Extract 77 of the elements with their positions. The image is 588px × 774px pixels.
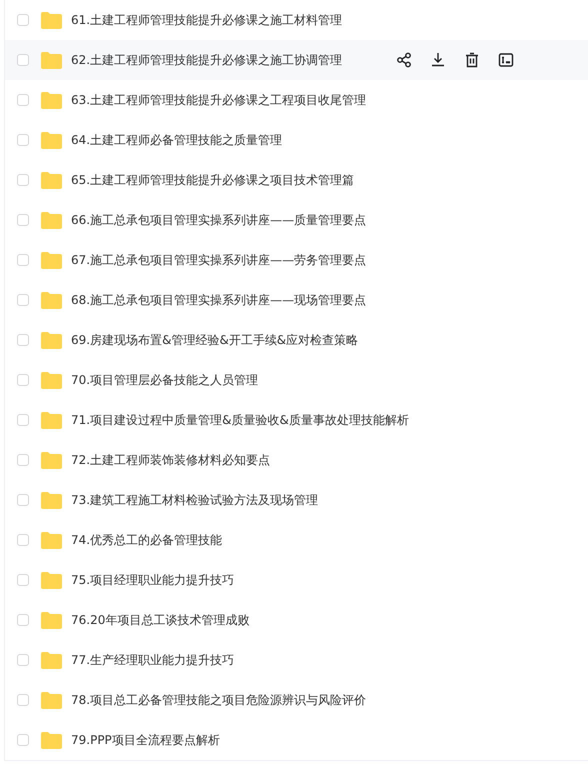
file-name[interactable]: 72.土建工程师装饰装修材料必知要点 <box>71 452 391 468</box>
file-row[interactable]: 64.土建工程师必备管理技能之质量管理 <box>5 120 588 160</box>
file-row[interactable]: 73.建筑工程施工材料检验试验方法及现场管理 <box>5 480 588 520</box>
file-row[interactable]: 61.土建工程师管理技能提升必修课之施工材料管理 <box>5 0 588 40</box>
file-name[interactable]: 76.20年项目总工谈技术管理成败 <box>71 612 391 628</box>
folder-icon <box>41 492 62 508</box>
file-row[interactable]: 65.土建工程师管理技能提升必修课之项目技术管理篇 <box>5 160 588 200</box>
folder-icon <box>41 652 62 668</box>
file-row[interactable]: 79.PPP项目全流程要点解析 <box>5 720 588 760</box>
folder-icon <box>41 532 62 548</box>
file-row[interactable]: 62.土建工程师管理技能提升必修课之施工协调管理 <box>5 40 588 80</box>
file-row[interactable]: 78.项目总工必备管理技能之项目危险源辨识与风险评价 <box>5 680 588 720</box>
folder-icon <box>41 572 62 588</box>
folder-icon <box>41 252 62 268</box>
file-row[interactable]: 63.土建工程师管理技能提升必修课之工程项目收尾管理 <box>5 80 588 120</box>
file-row[interactable]: 67.施工总承包项目管理实操系列讲座——劳务管理要点 <box>5 240 588 280</box>
file-name[interactable]: 67.施工总承包项目管理实操系列讲座——劳务管理要点 <box>71 252 391 268</box>
file-name[interactable]: 75.项目经理职业能力提升技巧 <box>71 572 391 588</box>
file-name[interactable]: 66.施工总承包项目管理实操系列讲座——质量管理要点 <box>71 212 391 228</box>
file-name[interactable]: 64.土建工程师必备管理技能之质量管理 <box>71 132 391 148</box>
file-row[interactable]: 71.项目建设过程中质量管理&质量验收&质量事故处理技能解析 <box>5 400 588 440</box>
file-name[interactable]: 79.PPP项目全流程要点解析 <box>71 732 391 748</box>
file-name[interactable]: 69.房建现场布置&管理经验&开工手续&应对检查策略 <box>71 332 391 348</box>
folder-icon <box>41 332 62 348</box>
folder-icon <box>41 52 62 68</box>
checkbox[interactable] <box>17 414 29 426</box>
checkbox[interactable] <box>17 334 29 346</box>
checkbox[interactable] <box>17 734 29 746</box>
file-row[interactable]: 69.房建现场布置&管理经验&开工手续&应对检查策略 <box>5 320 588 360</box>
checkbox[interactable] <box>17 294 29 306</box>
file-row[interactable]: 76.20年项目总工谈技术管理成败 <box>5 600 588 640</box>
folder-icon <box>41 412 62 428</box>
file-row[interactable]: 75.项目经理职业能力提升技巧 <box>5 560 588 600</box>
checkbox[interactable] <box>17 174 29 186</box>
folder-icon <box>41 292 62 308</box>
checkbox[interactable] <box>17 134 29 146</box>
checkbox[interactable] <box>17 534 29 546</box>
file-row[interactable]: 68.施工总承包项目管理实操系列讲座——现场管理要点 <box>5 280 588 320</box>
checkbox[interactable] <box>17 14 29 26</box>
checkbox[interactable] <box>17 94 29 106</box>
checkbox[interactable] <box>17 654 29 666</box>
file-name[interactable]: 65.土建工程师管理技能提升必修课之项目技术管理篇 <box>71 172 391 188</box>
file-name[interactable]: 73.建筑工程施工材料检验试验方法及现场管理 <box>71 492 391 508</box>
share-button[interactable] <box>394 50 414 70</box>
file-name[interactable]: 63.土建工程师管理技能提升必修课之工程项目收尾管理 <box>71 92 391 108</box>
checkbox[interactable] <box>17 54 29 66</box>
file-row[interactable]: 74.优秀总工的必备管理技能 <box>5 520 588 560</box>
checkbox[interactable] <box>17 254 29 266</box>
folder-icon <box>41 732 62 748</box>
file-name[interactable]: 68.施工总承包项目管理实操系列讲座——现场管理要点 <box>71 292 391 308</box>
file-name[interactable]: 77.生产经理职业能力提升技巧 <box>71 652 391 668</box>
file-row[interactable]: 66.施工总承包项目管理实操系列讲座——质量管理要点 <box>5 200 588 240</box>
file-name[interactable]: 74.优秀总工的必备管理技能 <box>71 532 391 548</box>
folder-icon <box>41 692 62 708</box>
checkbox[interactable] <box>17 574 29 586</box>
checkbox[interactable] <box>17 374 29 386</box>
file-name[interactable]: 71.项目建设过程中质量管理&质量验收&质量事故处理技能解析 <box>71 412 409 428</box>
folder-icon <box>41 212 62 228</box>
folder-icon <box>41 372 62 388</box>
file-row[interactable]: 72.土建工程师装饰装修材料必知要点 <box>5 440 588 480</box>
file-name[interactable]: 61.土建工程师管理技能提升必修课之施工材料管理 <box>71 12 391 28</box>
file-name[interactable]: 70.项目管理层必备技能之人员管理 <box>71 372 391 388</box>
file-name[interactable]: 78.项目总工必备管理技能之项目危险源辨识与风险评价 <box>71 692 391 708</box>
checkbox[interactable] <box>17 214 29 226</box>
folder-icon <box>41 172 62 188</box>
checkbox[interactable] <box>17 494 29 506</box>
folder-icon <box>41 92 62 108</box>
folder-icon <box>41 452 62 468</box>
file-row[interactable]: 70.项目管理层必备技能之人员管理 <box>5 360 588 400</box>
checkbox[interactable] <box>17 694 29 706</box>
file-name[interactable]: 62.土建工程师管理技能提升必修课之施工协调管理 <box>71 52 391 68</box>
folder-icon <box>41 132 62 148</box>
checkbox[interactable] <box>17 614 29 626</box>
folder-icon <box>41 612 62 628</box>
folder-icon <box>41 12 62 28</box>
file-row[interactable]: 77.生产经理职业能力提升技巧 <box>5 640 588 680</box>
checkbox[interactable] <box>17 454 29 466</box>
